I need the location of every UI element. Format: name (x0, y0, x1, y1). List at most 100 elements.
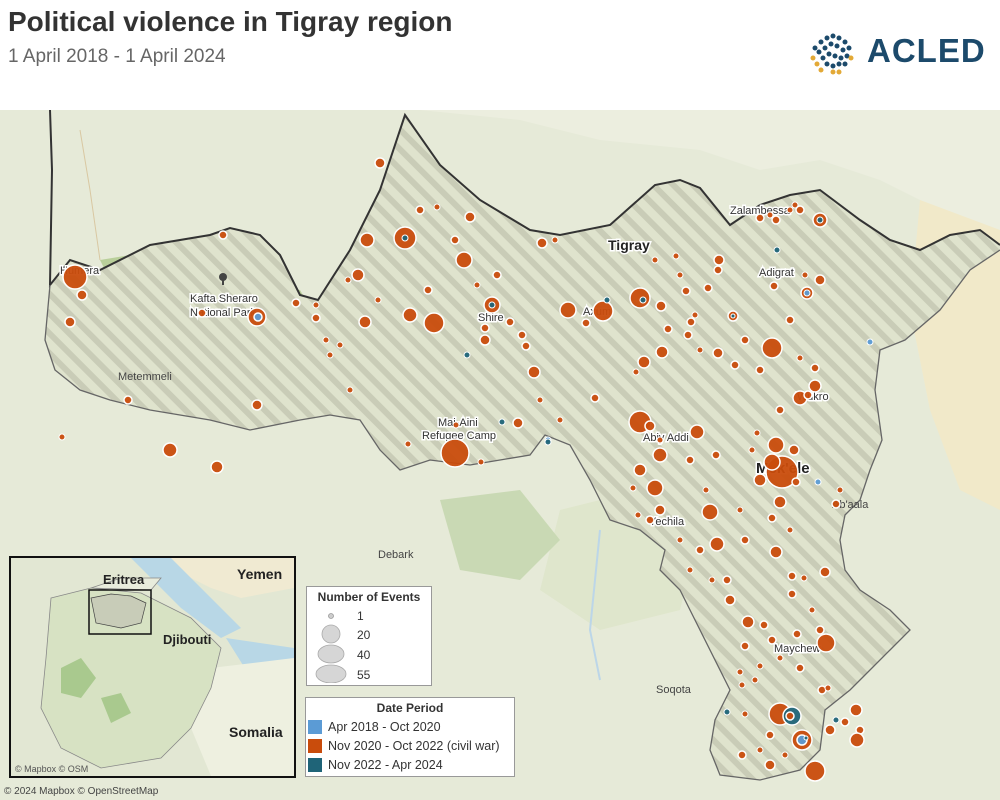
event-marker[interactable] (785, 315, 795, 325)
event-marker[interactable] (741, 710, 749, 718)
event-marker[interactable] (730, 313, 736, 319)
event-marker[interactable] (759, 620, 769, 630)
event-marker[interactable] (816, 216, 824, 224)
event-marker[interactable] (703, 283, 713, 293)
event-marker[interactable] (786, 526, 794, 534)
event-marker[interactable] (634, 511, 642, 519)
event-marker[interactable] (810, 363, 820, 373)
event-marker[interactable] (423, 285, 433, 295)
event-marker[interactable] (791, 477, 801, 487)
event-marker[interactable] (512, 417, 524, 429)
event-marker[interactable] (123, 395, 133, 405)
event-marker[interactable] (402, 307, 418, 323)
event-marker[interactable] (351, 268, 365, 282)
event-marker[interactable] (681, 286, 691, 296)
event-marker[interactable] (359, 232, 375, 248)
event-marker[interactable] (326, 351, 334, 359)
event-marker[interactable] (450, 235, 460, 245)
event-marker[interactable] (632, 368, 640, 376)
event-marker[interactable] (651, 256, 659, 264)
event-marker[interactable] (815, 625, 825, 635)
legend-item-period-1[interactable]: Apr 2018 - Oct 2020 (308, 719, 441, 735)
event-marker[interactable] (162, 442, 178, 458)
event-marker[interactable] (849, 732, 865, 748)
event-marker[interactable] (646, 479, 664, 497)
event-marker[interactable] (795, 205, 805, 215)
event-marker[interactable] (803, 390, 813, 400)
event-marker[interactable] (505, 317, 515, 327)
event-marker[interactable] (724, 594, 736, 606)
event-marker[interactable] (686, 317, 696, 327)
event-marker[interactable] (708, 576, 716, 584)
event-marker[interactable] (840, 717, 850, 727)
event-marker[interactable] (755, 365, 765, 375)
event-marker[interactable] (769, 281, 779, 291)
event-marker[interactable] (322, 336, 330, 344)
event-marker[interactable] (736, 668, 744, 676)
event-marker[interactable] (633, 463, 647, 477)
event-marker[interactable] (748, 446, 756, 454)
event-marker[interactable] (695, 545, 705, 555)
event-marker[interactable] (253, 312, 263, 322)
event-marker[interactable] (455, 251, 473, 269)
event-marker[interactable] (795, 663, 805, 673)
event-marker[interactable] (686, 566, 694, 574)
event-marker[interactable] (676, 271, 684, 279)
event-marker[interactable] (639, 296, 647, 304)
event-marker[interactable] (344, 276, 352, 284)
event-marker[interactable] (730, 360, 740, 370)
event-marker[interactable] (415, 205, 425, 215)
event-marker[interactable] (740, 641, 750, 651)
event-marker[interactable] (64, 316, 76, 328)
event-marker[interactable] (814, 274, 826, 286)
event-marker[interactable] (463, 351, 471, 359)
event-marker[interactable] (423, 312, 445, 334)
event-marker[interactable] (603, 296, 611, 304)
event-marker[interactable] (663, 324, 673, 334)
event-marker[interactable] (477, 458, 485, 466)
event-marker[interactable] (753, 429, 761, 437)
event-marker[interactable] (536, 396, 544, 404)
event-marker[interactable] (433, 203, 441, 211)
event-marker[interactable] (849, 703, 863, 717)
event-marker[interactable] (645, 515, 655, 525)
event-marker[interactable] (712, 347, 724, 359)
event-marker[interactable] (776, 654, 784, 662)
event-marker[interactable] (713, 265, 723, 275)
event-marker[interactable] (816, 633, 836, 653)
event-marker[interactable] (581, 318, 591, 328)
event-marker[interactable] (544, 438, 552, 446)
event-marker[interactable] (197, 308, 207, 318)
event-marker[interactable] (761, 337, 783, 359)
event-marker[interactable] (672, 252, 680, 260)
event-marker[interactable] (808, 606, 816, 614)
event-marker[interactable] (787, 571, 797, 581)
event-marker[interactable] (740, 335, 750, 345)
event-marker[interactable] (358, 315, 372, 329)
event-marker[interactable] (655, 300, 667, 312)
event-marker[interactable] (736, 506, 744, 514)
event-marker[interactable] (374, 157, 386, 169)
event-marker[interactable] (737, 750, 747, 760)
event-marker[interactable] (803, 289, 811, 297)
event-marker[interactable] (517, 330, 527, 340)
event-marker[interactable] (831, 499, 841, 509)
event-marker[interactable] (792, 629, 802, 639)
event-marker[interactable] (312, 301, 320, 309)
event-marker[interactable] (767, 513, 777, 523)
event-marker[interactable] (781, 751, 789, 759)
inset-map[interactable]: Eritrea Yemen Djibouti Somalia © Mapbox … (9, 556, 296, 778)
event-marker[interactable] (629, 287, 651, 309)
event-marker[interactable] (251, 399, 263, 411)
legend-item-period-3[interactable]: Nov 2022 - Apr 2024 (308, 757, 443, 773)
legend-item-period-2[interactable]: Nov 2020 - Oct 2022 (civil war) (308, 738, 500, 754)
event-marker[interactable] (723, 708, 731, 716)
event-marker[interactable] (866, 338, 874, 346)
event-marker[interactable] (738, 681, 746, 689)
event-marker[interactable] (536, 237, 548, 249)
event-marker[interactable] (559, 301, 577, 319)
event-marker[interactable] (711, 450, 721, 460)
event-marker[interactable] (773, 246, 781, 254)
event-marker[interactable] (788, 444, 800, 456)
event-marker[interactable] (769, 545, 783, 559)
